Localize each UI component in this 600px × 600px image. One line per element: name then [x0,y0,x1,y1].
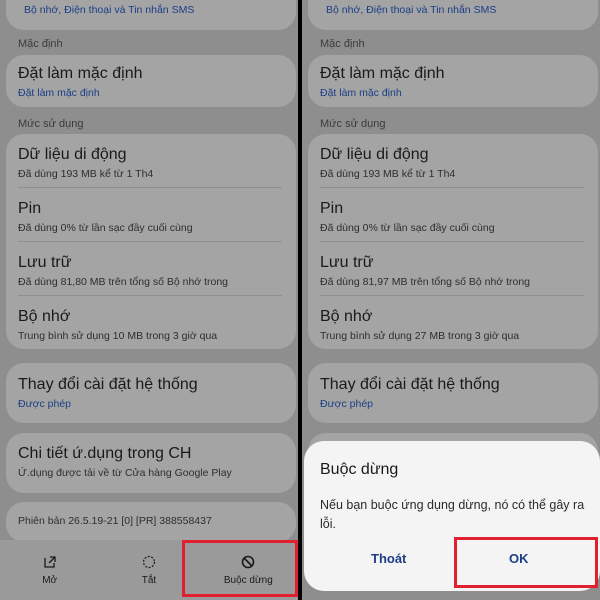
divider [18,187,282,188]
memory-subtitle: Trung bình sử dụng 27 MB trong 3 giờ qua [320,330,520,342]
system-settings-subtitle: Được phép [320,398,374,410]
disable-label: Tắt [141,574,157,586]
system-settings-title: Thay đổi cài đặt hệ thống [320,376,500,393]
mobile-data-item[interactable]: Dữ liệu di động Đã dùng 193 MB kể từ 1 T… [18,146,282,180]
default-section-label: Mặc định [320,38,365,50]
memory-item[interactable]: Bộ nhớ Trung bình sử dụng 27 MB trong 3 … [320,308,584,342]
system-settings-card[interactable]: Thay đổi cài đặt hệ thống Được phép [6,363,296,423]
disable-button[interactable]: Tắt [99,540,198,600]
usage-card: Dữ liệu di động Đã dùng 193 MB kể từ 1 T… [308,134,598,349]
set-default-card[interactable]: Đặt làm mặc định Đặt làm mặc định [308,55,598,107]
set-default-title: Đặt làm mặc định [18,65,143,82]
app-info-screen-left: Bộ nhớ, Điện thoại và Tin nhắn SMS Mặc đ… [0,0,298,600]
force-stop-dialog: Buộc dừng Nếu bạn buộc ứng dụng dừng, nó… [304,441,600,591]
storage-title: Lưu trữ [320,254,374,271]
default-section-label: Mặc định [18,38,63,50]
dialog-cancel-button[interactable]: Thoát [371,551,406,566]
divider [320,295,584,296]
system-settings-title: Thay đổi cài đặt hệ thống [18,376,198,393]
set-default-subtitle: Đặt làm mặc định [320,87,402,99]
mobile-data-subtitle: Đã dùng 193 MB kể từ 1 Th4 [18,168,154,180]
store-details-title: Chi tiết ứ.dụng trong CH [18,445,192,462]
divider [320,241,584,242]
usage-section-label: Mức sử dụng [320,118,386,130]
storage-item[interactable]: Lưu trữ Đã dùng 81,97 MB trên tổng số Bộ… [320,254,584,288]
open-button[interactable]: Mở [0,540,99,600]
bottom-action-bar: Mở Tắt Buộc dừng [0,540,298,600]
set-default-title: Đặt làm mặc định [320,65,445,82]
battery-subtitle: Đã dùng 0% từ lần sạc đầy cuối cùng [320,222,495,234]
force-stop-button[interactable]: Buộc dừng [199,540,298,600]
dialog-ok-button[interactable]: OK [509,551,529,566]
open-label: Mở [42,574,58,586]
system-settings-card[interactable]: Thay đổi cài đặt hệ thống Được phép [308,363,598,423]
dialog-message: Nếu bạn buộc ứng dụng dừng, nó có thể gâ… [320,498,585,531]
set-default-card[interactable]: Đặt làm mặc định Đặt làm mặc định [6,55,296,107]
force-stop-icon [242,555,255,568]
battery-title: Pin [18,200,42,217]
divider [320,187,584,188]
mobile-data-title: Dữ liệu di động [320,146,429,163]
usage-section-label: Mức sử dụng [18,118,84,130]
divider [18,241,282,242]
store-details-subtitle: Ứ.dụng được tải về từ Cửa hàng Google Pl… [18,467,232,479]
battery-title: Pin [320,200,344,217]
permissions-card[interactable]: Bộ nhớ, Điện thoại và Tin nhắn SMS [6,0,296,30]
memory-subtitle: Trung bình sử dụng 10 MB trong 3 giờ qua [18,330,218,342]
set-default-subtitle: Đặt làm mặc định [18,87,100,99]
memory-item[interactable]: Bộ nhớ Trung bình sử dụng 10 MB trong 3 … [18,308,282,342]
permissions-card[interactable]: Bộ nhớ, Điện thoại và Tin nhắn SMS [308,0,598,30]
mobile-data-subtitle: Đã dùng 193 MB kể từ 1 Th4 [320,168,456,180]
memory-title: Bộ nhớ [320,308,373,325]
storage-title: Lưu trữ [18,254,72,271]
battery-item[interactable]: Pin Đã dùng 0% từ lần sạc đầy cuối cùng [18,200,282,234]
permissions-summary: Bộ nhớ, Điện thoại và Tin nhắn SMS [24,4,195,16]
store-details-card[interactable]: Chi tiết ứ.dụng trong CH Ứ.dụng được tải… [6,433,296,493]
system-settings-subtitle: Được phép [18,398,72,410]
divider [18,295,282,296]
dialog-title: Buộc dừng [320,461,399,478]
app-info-screen-right: Bộ nhớ, Điện thoại và Tin nhắn SMS Mặc đ… [302,0,600,600]
storage-subtitle: Đã dùng 81,80 MB trên tổng số Bộ nhớ tro… [18,276,229,288]
memory-title: Bộ nhớ [18,308,71,325]
disable-icon [142,555,156,568]
version-card: Phiên bản 26.5.19-21 [0] [PR] 388558437 [6,502,296,542]
battery-item[interactable]: Pin Đã dùng 0% từ lần sạc đầy cuối cùng [320,200,584,234]
storage-item[interactable]: Lưu trữ Đã dùng 81,80 MB trên tổng số Bộ… [18,254,282,288]
open-external-icon [44,555,56,568]
permissions-summary: Bộ nhớ, Điện thoại và Tin nhắn SMS [326,4,497,16]
battery-subtitle: Đã dùng 0% từ lần sạc đầy cuối cùng [18,222,193,234]
force-stop-label: Buộc dừng [223,574,273,586]
mobile-data-item[interactable]: Dữ liệu di động Đã dùng 193 MB kể từ 1 T… [320,146,584,180]
version-text: Phiên bản 26.5.19-21 [0] [PR] 388558437 [18,515,212,527]
mobile-data-title: Dữ liệu di động [18,146,127,163]
usage-card: Dữ liệu di động Đã dùng 193 MB kể từ 1 T… [6,134,296,349]
storage-subtitle: Đã dùng 81,97 MB trên tổng số Bộ nhớ tro… [320,276,531,288]
